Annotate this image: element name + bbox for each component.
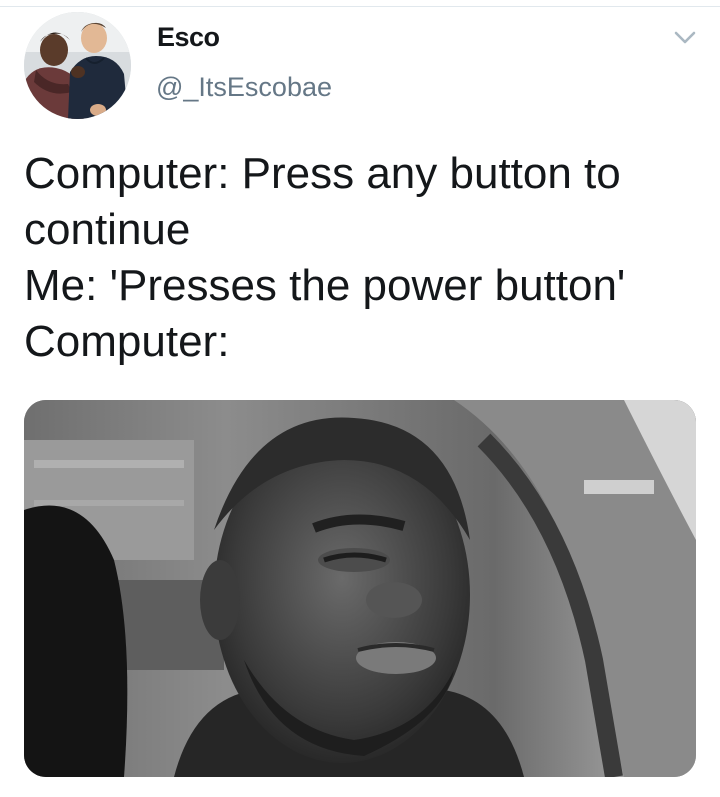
top-divider [0,6,720,7]
tweet-text: Computer: Press any button to continue M… [24,146,694,370]
tweet-text-line: continue [24,205,191,254]
tweet-text-line: Computer: [24,317,230,366]
photo-icon [24,400,696,777]
tweet-text-line: Computer: Press any button to [24,149,621,198]
author-handle[interactable]: @_ItsEscobae [156,72,332,103]
tweet-menu-button[interactable] [672,26,698,48]
avatar[interactable] [24,12,131,119]
avatar-photo-icon [24,12,131,119]
chevron-down-icon [674,31,696,44]
tweet-media-photo[interactable] [24,400,696,777]
tweet-text-line: Me: 'Presses the power button' [24,261,626,310]
author-display-name[interactable]: Esco [157,22,220,53]
